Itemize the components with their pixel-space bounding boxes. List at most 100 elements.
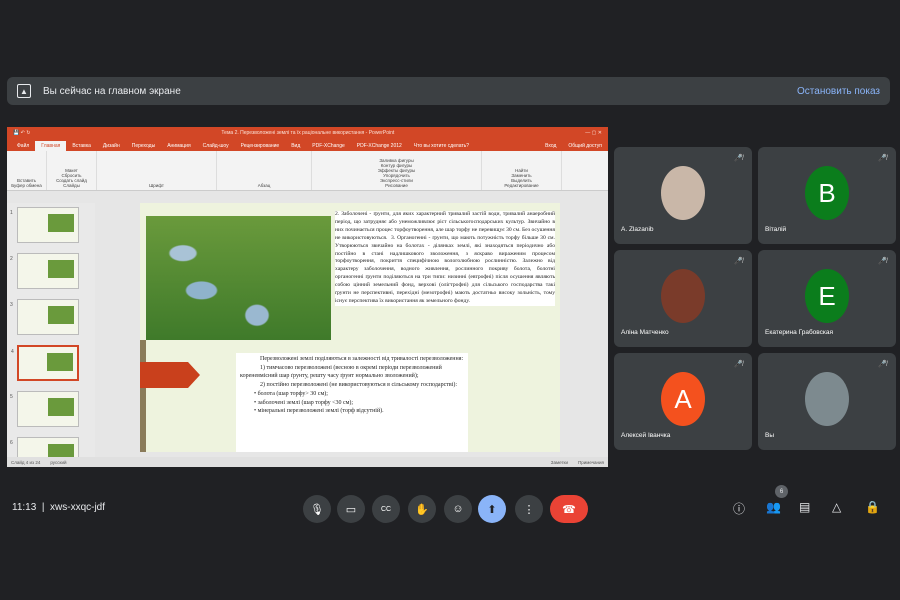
ppt-titlebar: 💾 ↶ ↻ Тема 2. Перезволожені землі та їх … — [7, 127, 608, 139]
ribbon-tab[interactable]: PDF-XChange 2012 — [351, 141, 408, 151]
presenting-banner: ▲ Вы сейчас на главном экране Остановить… — [7, 77, 890, 105]
avatar: A — [661, 372, 705, 426]
thumb-number: 3 — [10, 302, 13, 308]
avatar: E — [805, 269, 849, 323]
decorative-arrow — [140, 362, 200, 388]
more-options-button[interactable]: ⋮ — [515, 495, 543, 523]
group-label: Шрифт — [149, 183, 164, 188]
stop-presenting-button[interactable]: Остановить показ — [797, 86, 880, 97]
leave-call-button[interactable]: ☎ — [550, 495, 588, 523]
ribbon-tab[interactable]: Что вы хотите сделать? — [408, 141, 475, 151]
participant-name: A. Zlazanib — [621, 226, 654, 233]
language: русский — [50, 459, 67, 465]
thumb-image — [48, 260, 74, 278]
raise-hand-button[interactable]: ✋ — [408, 495, 436, 523]
slide-text-block: 2. Заболочені - ґрунти, для яких характе… — [335, 211, 555, 306]
chat-icon[interactable]: ▤ — [799, 500, 810, 514]
window-controls: — ▢ ✕ — [585, 130, 602, 136]
quick-access-icons: 💾 ↶ ↻ — [13, 130, 31, 136]
comments-button[interactable]: Примечания — [578, 460, 604, 465]
captions-button[interactable]: CC — [372, 495, 400, 523]
ribbon-tab[interactable]: Дизайн — [97, 141, 126, 151]
slide-thumbnail[interactable]: 4 — [11, 345, 79, 381]
group-label: Редактирование — [504, 183, 539, 188]
banner-text: Вы сейчас на главном экране — [43, 85, 181, 97]
participant-tile[interactable]: 🎤̸ B Віталій — [758, 147, 896, 244]
slide-item: 1) тимчасово перезволожені (весною в окр… — [240, 364, 442, 380]
slide-thumbnail[interactable]: 1 — [10, 207, 79, 243]
thumb-number: 6 — [10, 440, 13, 446]
ribbon-tab[interactable]: Вид — [285, 141, 306, 151]
avatar — [661, 166, 705, 220]
ribbon-tab[interactable]: Файл — [11, 141, 35, 151]
ribbon-group: Заливка фигуры Контур фигуры Эффекты фигур… — [312, 151, 482, 190]
slide-thumbnail[interactable]: 2 — [10, 253, 79, 289]
ppt-window-title: Тема 2. Перезволожені землі та їх раціон… — [221, 130, 395, 136]
participant-name: Віталій — [765, 226, 787, 233]
present-button[interactable]: ⬆ — [478, 495, 506, 523]
thumb-image — [48, 306, 74, 324]
clock: 11:13 — [12, 502, 37, 513]
notes-button[interactable]: Заметки — [551, 460, 568, 465]
ribbon: Вставить Буфер обмена Макет Сбросить Создат… — [7, 151, 608, 191]
mic-off-icon: 🎤̸ — [878, 155, 887, 162]
ribbon-group: Абзац — [217, 151, 312, 190]
meeting-code: xws-xxqc-jdf — [50, 502, 106, 513]
slide-bullet: мінеральні перезволожені землі (торф від… — [257, 408, 384, 415]
participant-tile[interactable]: 🎤̸ A. Zlazanib — [614, 147, 752, 244]
mic-off-icon: 🎤̸ — [878, 361, 887, 368]
mic-off-icon: 🎤̸ — [878, 258, 887, 265]
participant-tile[interactable]: 🎤̸ Вы — [758, 353, 896, 450]
group-label: Абзац — [257, 183, 271, 188]
ribbon-tab[interactable]: Главная — [35, 141, 67, 151]
captions-icon: CC — [380, 505, 392, 513]
ribbon-group: Шрифт — [97, 151, 217, 190]
present-screen-icon: ▲ — [17, 84, 31, 98]
slide-thumbnail[interactable]: 5 — [10, 391, 79, 427]
ribbon-tab[interactable]: PDF-XChange — [306, 141, 351, 151]
meeting-info: 11:13 | xws-xxqc-jdf — [12, 502, 106, 513]
shared-screen-powerpoint: 💾 ↶ ↻ Тема 2. Перезволожені землі та їх … — [7, 127, 608, 467]
slide-counter: Слайд 4 из 24 — [11, 459, 41, 465]
microphone-button[interactable]: 🎙 — [303, 495, 331, 523]
ribbon-tab[interactable]: Рецензирование — [235, 141, 286, 151]
ribbon-tab[interactable]: Анимация — [161, 141, 196, 151]
ribbon-tab[interactable]: Слайд-шоу — [197, 141, 235, 151]
participant-name: Алексей Іванчка — [621, 432, 671, 439]
ribbon-tab[interactable]: Вход — [539, 141, 562, 151]
activities-icon[interactable]: △ — [832, 500, 841, 514]
ribbon-tabs: Файл Главная Вставка Дизайн Переходы Анимация… — [7, 139, 608, 151]
present-icon: ⬆ — [487, 503, 497, 516]
ribbon-group: Найти Заменить Выделить Редактирование — [482, 151, 562, 190]
ribbon-tab[interactable]: Общий доступ — [562, 141, 608, 151]
camera-icon: ▭ — [345, 503, 357, 516]
participant-tile[interactable]: 🎤̸ A Алексей Іванчка — [614, 353, 752, 450]
slide-thumbnails[interactable]: 1 2 3 4 5 6 — [7, 203, 95, 467]
mic-off-icon: 🎤̸ — [734, 361, 743, 368]
bog-photo — [146, 216, 331, 340]
ribbon-group: Макет Сбросить Создать слайд Слайды — [47, 151, 97, 190]
info-icon[interactable]: ⓘ — [733, 500, 745, 517]
people-icon[interactable]: 👥 — [766, 500, 781, 514]
slide-thumbnail[interactable]: 3 — [10, 299, 79, 335]
group-label: Буфер обмена — [11, 183, 42, 188]
participant-tile[interactable]: 🎤̸ E Екатерина Грабовская — [758, 250, 896, 347]
thumb-image — [48, 214, 74, 232]
camera-button[interactable]: ▭ — [337, 495, 365, 523]
ppt-status-bar: Слайд 4 из 24 русский Заметки Примечания — [7, 457, 608, 467]
mic-icon: 🎙 — [310, 503, 324, 516]
meet-controls-bar: 11:13 | xws-xxqc-jdf 🎙 ▭ CC ✋ ☺ ⬆ ⋮ ☎ ⓘ … — [0, 485, 900, 530]
reactions-button[interactable]: ☺ — [444, 495, 472, 523]
mic-off-icon: 🎤̸ — [734, 258, 743, 265]
current-slide: 2. Заболочені - ґрунти, для яких характе… — [140, 203, 560, 452]
thumb-number: 4 — [11, 349, 14, 355]
ribbon-tab[interactable]: Переходы — [126, 141, 161, 151]
host-controls-icon[interactable]: 🔒 — [865, 500, 880, 514]
avatar — [805, 372, 849, 426]
avatar: B — [805, 166, 849, 220]
slide-intro: Перезволожені землі поділяються в залежн… — [260, 356, 464, 362]
participant-count-badge: 6 — [775, 485, 788, 498]
thumb-number: 2 — [10, 256, 13, 262]
participant-tile[interactable]: 🎤̸ Аліна Матченко — [614, 250, 752, 347]
ribbon-tab[interactable]: Вставка — [66, 141, 97, 151]
